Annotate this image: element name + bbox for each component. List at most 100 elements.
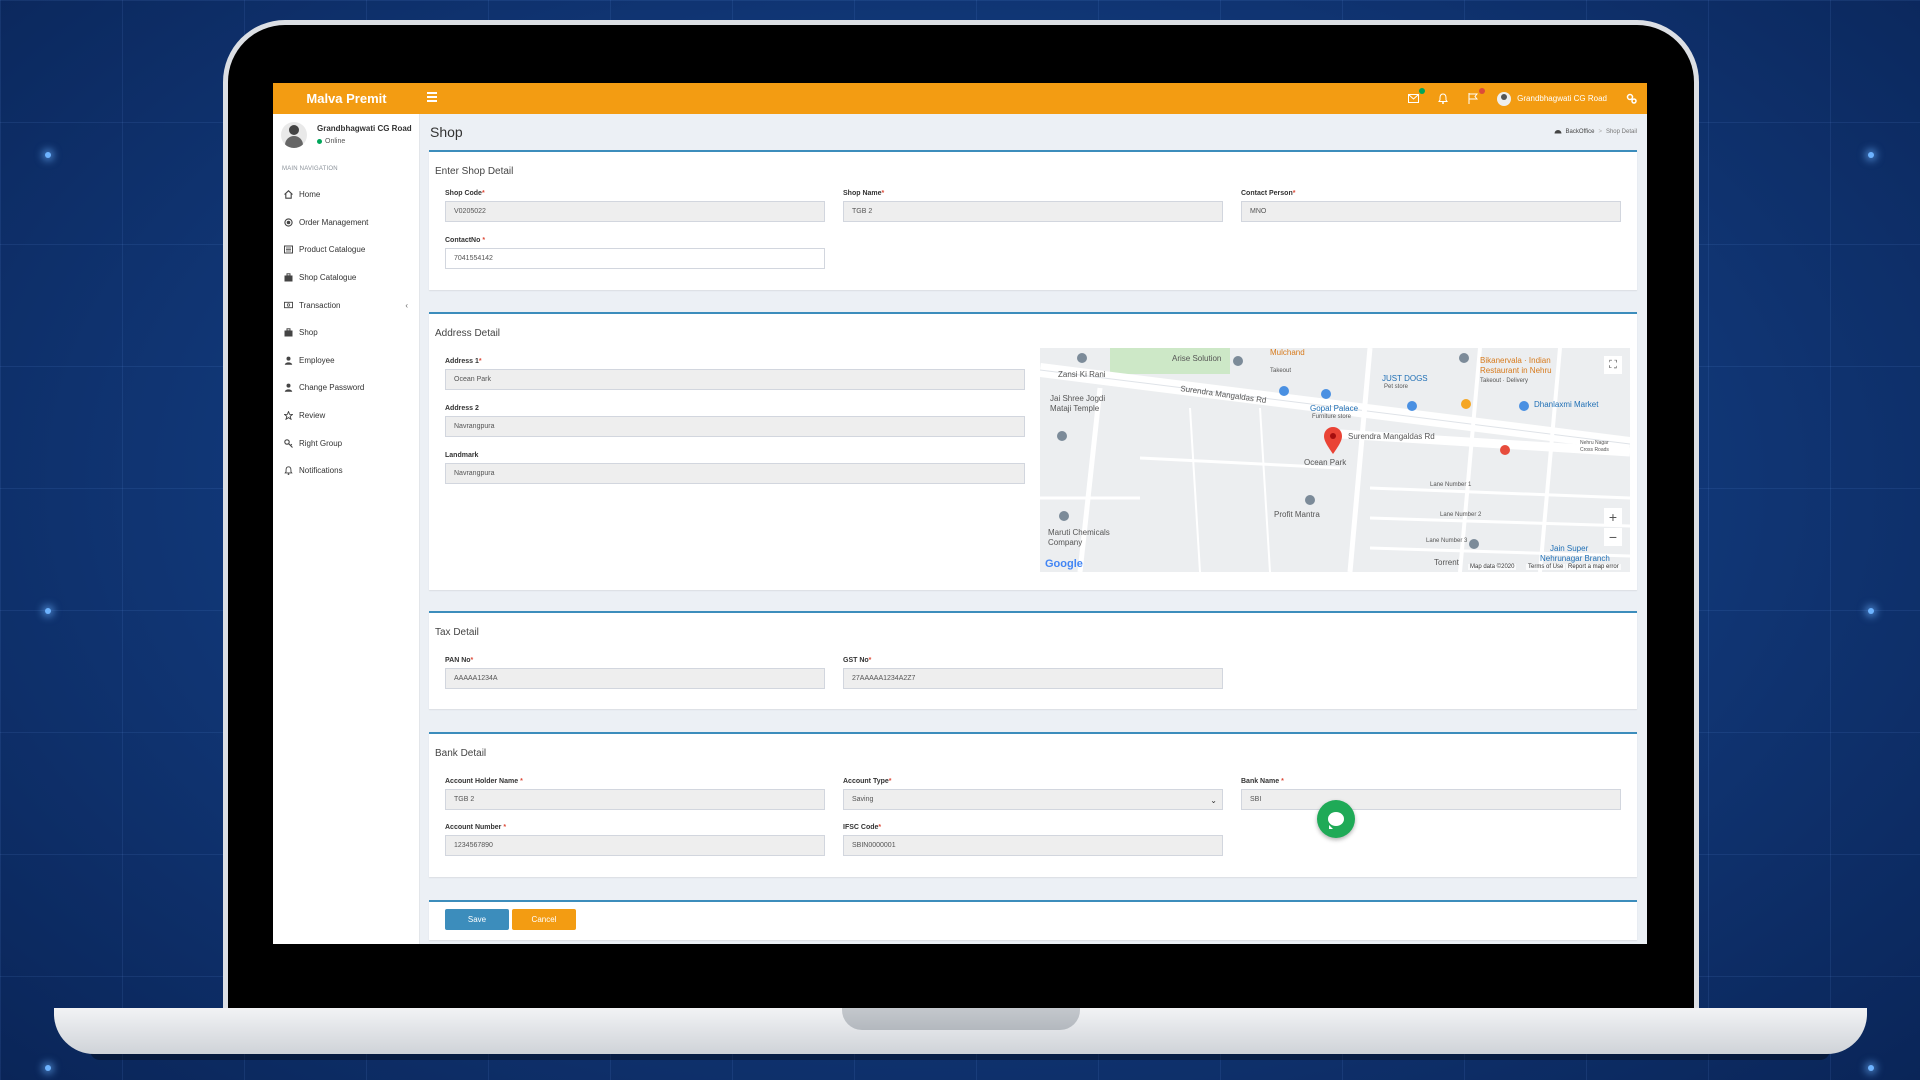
address1-label: Address 1* [445,358,482,365]
account-type-label: Account Type* [843,778,892,785]
map-label: Pet store [1384,384,1409,390]
shop-name-input[interactable]: TGB 2 [843,201,1223,222]
breadcrumb-link[interactable]: BackOffice [1566,129,1595,135]
shop-name-field: Shop Name* TGB 2 [843,190,1223,222]
sidebar-toggle-icon[interactable] [427,92,437,104]
map-label: Jai Shree Jogdi [1050,394,1106,403]
save-button[interactable]: Save [445,909,509,930]
flag-icon[interactable] [1467,87,1486,105]
map-label: Torrent [1434,558,1459,567]
map-label: Takeout [1270,368,1292,374]
sidebar-item-label: Employee [299,355,335,365]
key-icon [284,438,293,448]
google-logo[interactable]: Google [1045,558,1083,570]
map-label: Lane Number 3 [1426,538,1468,544]
map-label: Surendra Mangaldas Rd [1348,432,1435,441]
app-screen: Malva Premit Grandbhagwati CG Road Grand… [273,83,1647,944]
map-label: Bikanervala · Indian [1480,356,1551,365]
user-icon [284,356,293,365]
page-title: Shop [430,124,463,140]
sidebar-item-label: Shop Catalogue [299,273,357,283]
circle-icon [284,218,293,227]
gst-field: GST No* 27AAAAA1234A2Z7 [843,657,1223,689]
ifsc-label: IFSC Code* [843,824,882,831]
address1-field: Address 1* Ocean Park [445,358,1025,390]
zoom-out-button[interactable]: − [1604,528,1622,546]
sidebar-item-notifications[interactable]: Notifications [273,457,420,485]
bank-detail-box: Bank Detail Account Holder Name * TGB 2 … [429,732,1637,877]
account-holder-label: Account Holder Name * [445,778,523,785]
briefcase-icon [284,328,293,337]
map-label: Dhanlaxmi Market [1534,400,1599,409]
gst-input[interactable]: 27AAAAA1234A2Z7 [843,668,1223,689]
map-label: Mulchand [1270,348,1305,357]
chat-icon [1328,812,1344,829]
gst-label: GST No* [843,657,872,664]
mail-badge [1419,87,1426,94]
account-holder-input[interactable]: TGB 2 [445,789,825,810]
map-terms-link[interactable]: Terms of Use [1526,564,1566,570]
sidebar-item-shop-catalogue[interactable]: Shop Catalogue [273,264,420,292]
pan-input[interactable]: AAAAA1234A [445,668,825,689]
status-text: Online [325,138,346,145]
chat-widget-button[interactable] [1317,800,1355,838]
money-icon [284,301,293,310]
address1-input[interactable]: Ocean Park [445,369,1025,390]
brand-logo[interactable]: Malva Premit [273,83,420,114]
sidebar-user-name: Grandbhagwati CG Road [317,124,412,133]
shop-code-input[interactable]: V0205022 [445,201,825,222]
account-number-label: Account Number * [445,824,507,831]
address-detail-box: Address Detail Address 1* Ocean Park Add… [429,312,1637,590]
tax-detail-box: Tax Detail PAN No* AAAAA1234A GST No* 27… [429,611,1637,709]
map-label: Company [1048,538,1083,547]
avatar [281,122,307,148]
contact-person-label: Contact Person* [1241,190,1296,197]
contact-person-input[interactable]: MNO [1241,201,1621,222]
background-dot [1868,1065,1874,1071]
bell-icon[interactable] [1437,93,1449,105]
sidebar-item-shop[interactable]: Shop [273,319,420,347]
user-icon [284,383,293,393]
map-label: Ocean Park [1304,458,1347,467]
user-menu[interactable]: Grandbhagwati CG Road [1497,91,1607,106]
map-report-link[interactable]: Report a map error [1566,564,1621,570]
star-icon [284,411,293,421]
gears-icon[interactable] [1625,93,1637,105]
sidebar-item-label: Product Catalogue [299,245,366,255]
zoom-in-button[interactable]: + [1604,508,1622,526]
map-label: Restaurant in Nehru [1480,366,1552,375]
map-label: Nehru Nagar [1580,440,1609,446]
sidebar-item-right-group[interactable]: Right Group [273,429,420,457]
sidebar-item-order-management[interactable]: Order Management [273,209,420,237]
account-number-input[interactable]: 1234567890 [445,835,825,856]
sidebar-item-transaction[interactable]: Transaction ‹ [273,291,420,319]
chevron-left-icon: ‹ [405,300,408,310]
sidebar-item-home[interactable]: Home [273,181,420,209]
sidebar-item-employee[interactable]: Employee [273,347,420,375]
location-map[interactable]: Zansi Ki Rani Arise Solution Mulchand Ta… [1040,348,1630,572]
fullscreen-icon[interactable]: ⛶ [1604,356,1622,374]
box-title: Enter Shop Detail [435,166,514,177]
shop-detail-box: Enter Shop Detail Shop Code* V0205022 Sh… [429,150,1637,290]
nav-header: MAIN NAVIGATION [282,166,338,172]
sidebar-item-review[interactable]: Review [273,402,420,430]
avatar [1497,91,1512,106]
cancel-button[interactable]: Cancel [512,909,576,930]
account-number-field: Account Number * 1234567890 [445,824,825,856]
ifsc-input[interactable]: SBIN0000001 [843,835,1223,856]
map-label: Lane Number 2 [1440,512,1482,518]
bank-name-input[interactable]: SBI [1241,789,1621,810]
pan-label: PAN No* [445,657,474,664]
sidebar-item-product-catalogue[interactable]: Product Catalogue [273,236,420,264]
main-content: Shop BackOffice > Shop Detail Enter Shop… [420,114,1647,944]
pan-field: PAN No* AAAAA1234A [445,657,825,689]
sidebar-item-change-password[interactable]: Change Password [273,374,420,402]
contact-no-input[interactable]: 7041554142 [445,248,825,269]
account-type-select[interactable]: Saving [843,789,1223,810]
sidebar-item-label: Notifications [299,466,343,476]
landmark-input[interactable]: Navrangpura [445,463,1025,484]
map-label: Zansi Ki Rani [1058,370,1106,379]
sidebar-item-label: Order Management [299,217,369,227]
mail-icon[interactable] [1407,87,1426,105]
address2-input[interactable]: Navrangpura [445,416,1025,437]
